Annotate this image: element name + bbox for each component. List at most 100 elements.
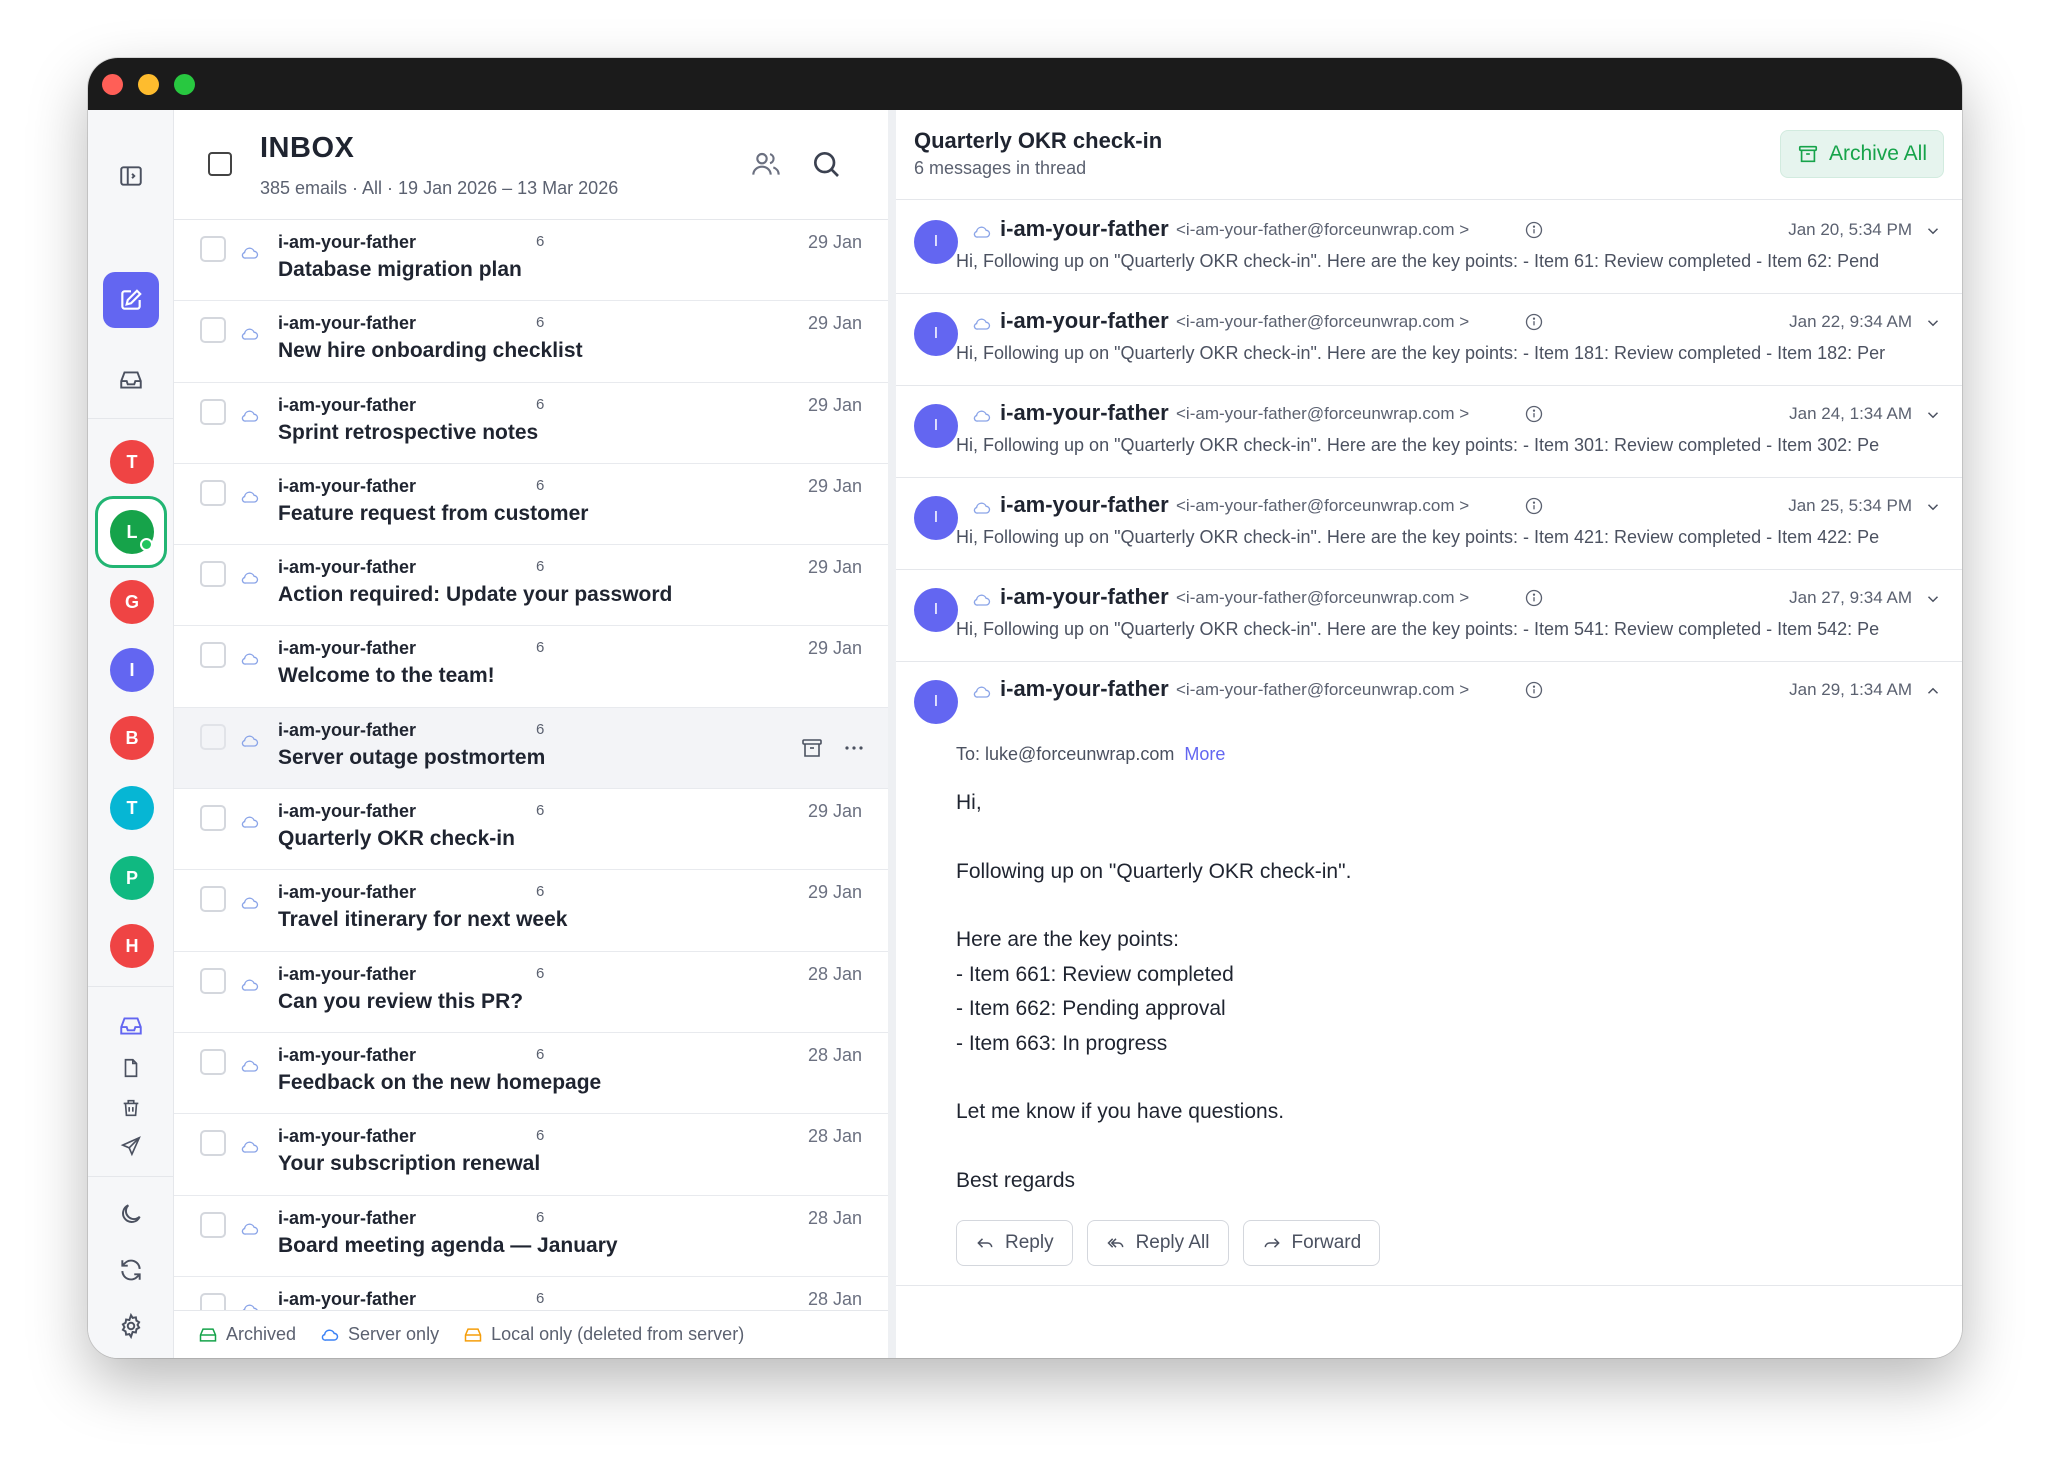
message-row[interactable]: i-am-your-father 6 Action required: Upda… <box>174 545 888 627</box>
legend-archived: Archived <box>198 1324 296 1345</box>
message-sender-email: <i-am-your-father@forceunwrap.com > <box>1176 220 1470 239</box>
sender-avatar: I <box>914 404 958 448</box>
info-icon[interactable] <box>1524 312 1544 332</box>
sync-button[interactable] <box>103 1242 159 1298</box>
info-icon[interactable] <box>1524 680 1544 700</box>
chevron-down-icon[interactable] <box>1924 314 1942 332</box>
compose-button[interactable] <box>103 272 159 328</box>
message-body: Hi, Following up on "Quarterly OKR check… <box>956 786 1351 1198</box>
message-sender: i-am-your-father <box>1000 308 1169 333</box>
row-subject: Sprint retrospective notes <box>278 420 539 444</box>
reply-button[interactable]: Reply <box>956 1220 1073 1266</box>
folder-sent-button[interactable] <box>103 1118 159 1174</box>
server-only-cloud-icon <box>242 1304 258 1310</box>
message-row[interactable]: i-am-your-father 6 Can you review this P… <box>174 951 888 1033</box>
chevron-down-icon[interactable] <box>1924 406 1942 424</box>
message-row[interactable]: i-am-your-father 6 Feedback on the new h… <box>174 1032 888 1115</box>
account-avatar-t2[interactable]: T <box>110 786 154 830</box>
archive-all-button[interactable]: Archive All <box>1779 130 1944 178</box>
row-checkbox[interactable] <box>200 1292 226 1310</box>
message-date: Jan 20, 5:34 PM <box>1788 220 1912 239</box>
sidebar-toggle-button[interactable] <box>103 148 159 204</box>
settings-button[interactable] <box>103 1298 159 1354</box>
row-checkbox[interactable] <box>200 398 226 425</box>
row-checkbox[interactable] <box>200 886 226 913</box>
forward-icon <box>1264 1238 1280 1248</box>
message-row[interactable]: i-am-your-father 6 Feature request from … <box>174 463 888 546</box>
compose-icon <box>121 289 142 310</box>
chevron-up-icon[interactable] <box>1924 682 1942 700</box>
row-subject: Action required: Update your password <box>278 583 673 607</box>
row-checkbox[interactable] <box>200 723 226 750</box>
message-row[interactable]: i-am-your-father 6 Sprint retrospective … <box>174 382 888 464</box>
account-avatar-i[interactable]: I <box>110 648 154 692</box>
reply-all-button[interactable]: Reply All <box>1086 1220 1229 1266</box>
message-row[interactable]: i-am-your-father 6 Database migration pl… <box>174 220 888 302</box>
row-checkbox[interactable] <box>200 561 226 588</box>
chevron-down-icon[interactable] <box>1924 590 1942 608</box>
dark-mode-button[interactable] <box>103 1186 159 1242</box>
search-icon[interactable] <box>810 148 842 180</box>
row-sender: i-am-your-father <box>278 963 417 984</box>
storage-button[interactable] <box>103 1350 159 1358</box>
row-checkbox[interactable] <box>200 1048 226 1075</box>
chevron-down-icon[interactable] <box>1924 498 1942 516</box>
account-avatar-h[interactable]: H <box>110 924 154 968</box>
row-checkbox[interactable] <box>200 1130 226 1157</box>
forward-button[interactable]: Forward <box>1242 1220 1381 1266</box>
info-icon[interactable] <box>1524 220 1544 240</box>
row-thread-count: 6 <box>536 964 545 982</box>
row-thread-count: 6 <box>536 883 545 901</box>
row-date: 28 Jan <box>807 1126 862 1147</box>
account-avatar-t[interactable]: T <box>110 440 154 484</box>
moon-icon <box>122 1204 141 1223</box>
message-row[interactable]: i-am-your-father 6 Your subscription ren… <box>174 1114 888 1196</box>
message-row[interactable]: i-am-your-father 6 New hire onboarding c… <box>174 301 888 383</box>
row-checkbox[interactable] <box>200 642 226 669</box>
message-row[interactable]: i-am-your-father 6 Board meeting agenda … <box>174 1195 888 1277</box>
zoom-window-button[interactable] <box>174 74 195 95</box>
info-icon[interactable] <box>1524 496 1544 516</box>
more-options-icon[interactable] <box>842 736 866 760</box>
message-preview: Hi, Following up on "Quarterly OKR check… <box>956 435 1880 455</box>
message-row[interactable]: i-am-your-father 6 28 Jan <box>174 1276 888 1310</box>
thread-message-collapsed[interactable]: I i-am-your-father <i-am-your-father@for… <box>896 386 1962 478</box>
contacts-icon[interactable] <box>750 148 782 180</box>
unified-inbox-button[interactable] <box>103 352 159 408</box>
account-avatar-b[interactable]: B <box>110 716 154 760</box>
row-thread-count: 6 <box>536 1208 545 1226</box>
row-checkbox[interactable] <box>200 1211 226 1238</box>
title-bar <box>88 58 1962 110</box>
row-checkbox[interactable] <box>200 317 226 344</box>
thread-header: Quarterly OKR check-in 6 messages in thr… <box>896 110 1962 200</box>
close-window-button[interactable] <box>102 74 123 95</box>
row-subject: Server outage postmortem <box>278 745 546 769</box>
select-all-checkbox[interactable] <box>208 152 232 176</box>
minimize-window-button[interactable] <box>138 74 159 95</box>
archive-icon[interactable] <box>800 736 824 760</box>
message-date: Jan 25, 5:34 PM <box>1788 496 1912 515</box>
chevron-down-icon[interactable] <box>1924 222 1942 240</box>
thread-message-collapsed[interactable]: I i-am-your-father <i-am-your-father@for… <box>896 294 1962 386</box>
thread-message-collapsed[interactable]: I i-am-your-father <i-am-your-father@for… <box>896 478 1962 570</box>
local-drive-icon <box>464 1327 482 1342</box>
info-icon[interactable] <box>1524 404 1544 424</box>
pane-resize-handle[interactable] <box>888 110 896 1358</box>
message-row-hovered[interactable]: i-am-your-father 6 Server outage postmor… <box>174 707 888 790</box>
row-thread-count: 6 <box>536 558 545 576</box>
row-checkbox[interactable] <box>200 805 226 832</box>
info-icon[interactable] <box>1524 588 1544 608</box>
thread-message-collapsed[interactable]: I i-am-your-father <i-am-your-father@for… <box>896 570 1962 662</box>
more-recipients-link[interactable]: More <box>1184 744 1225 764</box>
account-avatar-p[interactable]: P <box>110 856 154 900</box>
sender-avatar: I <box>914 588 958 632</box>
message-row[interactable]: i-am-your-father 6 Quarterly OKR check-i… <box>174 789 888 871</box>
row-checkbox[interactable] <box>200 967 226 994</box>
row-checkbox[interactable] <box>200 236 226 262</box>
row-checkbox[interactable] <box>200 479 226 506</box>
row-sender: i-am-your-father <box>278 475 417 496</box>
thread-message-collapsed[interactable]: I i-am-your-father <i-am-your-father@for… <box>896 202 1962 294</box>
message-row[interactable]: i-am-your-father 6 Welcome to the team! … <box>174 626 888 708</box>
account-avatar-g[interactable]: G <box>110 580 154 624</box>
message-row[interactable]: i-am-your-father 6 Travel itinerary for … <box>174 870 888 952</box>
